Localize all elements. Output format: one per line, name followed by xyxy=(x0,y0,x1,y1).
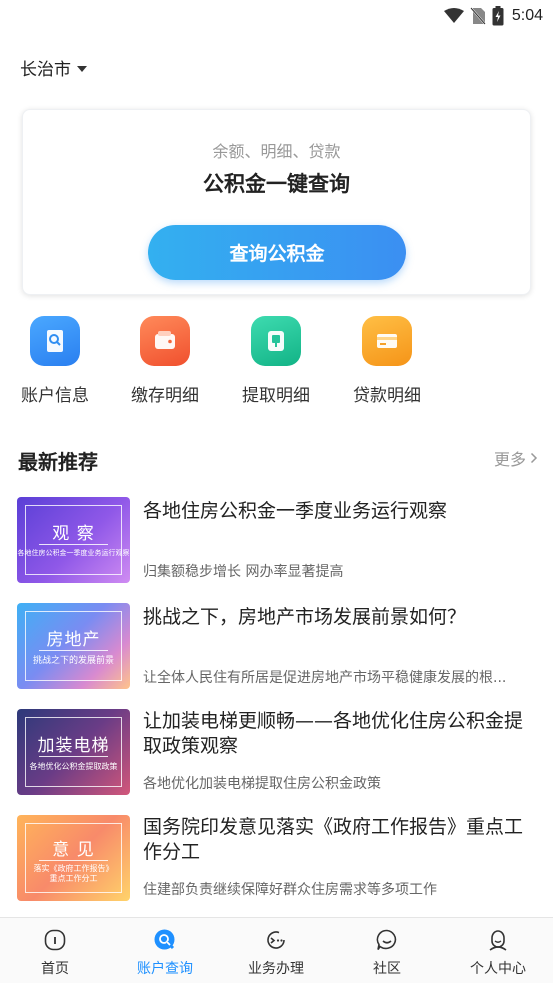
more-link[interactable]: 更多 xyxy=(494,446,538,470)
news-item[interactable]: 加装电梯 各地优化公积金提取政策 让加装电梯更顺畅——各地优化住房公积金提取政策… xyxy=(17,709,537,795)
withdraw-icon xyxy=(251,316,301,366)
status-time: 5:04 xyxy=(511,7,543,24)
thumbnail-title: 观 察 xyxy=(52,524,95,544)
tab-label: 业务办理 xyxy=(248,961,304,977)
status-icons: 5:04 xyxy=(443,5,543,27)
quick-action-deposit-detail[interactable]: 缴存明细 xyxy=(125,316,205,406)
news-item[interactable]: 观 察 各地住房公积金一季度业务运行观察 各地住房公积金一季度业务运行观察 归集… xyxy=(17,497,537,583)
news-thumbnail: 意 见 落实《政府工作报告》 重点工作分工 xyxy=(17,815,130,901)
quick-action-label: 缴存明细 xyxy=(131,386,199,406)
tab-label: 个人中心 xyxy=(470,961,526,977)
quick-actions: 账户信息 缴存明细 提取明细 贷款明细 xyxy=(0,316,553,416)
city-label: 长治市 xyxy=(20,60,71,80)
tab-community[interactable]: 社区 xyxy=(332,918,442,983)
thumbnail-subtitle: 各地住房公积金一季度业务运行观察 xyxy=(17,549,130,557)
home-icon xyxy=(44,929,66,951)
thumbnail-title: 加装电梯 xyxy=(37,736,110,756)
recommend-header: 最新推荐 更多 xyxy=(18,446,538,476)
quick-action-label: 提取明细 xyxy=(242,386,310,406)
quick-action-loan-detail[interactable]: 贷款明细 xyxy=(347,316,427,406)
tab-label: 账户查询 xyxy=(137,961,193,977)
news-thumbnail: 加装电梯 各地优化公积金提取政策 xyxy=(17,709,130,795)
tab-home[interactable]: 首页 xyxy=(0,918,110,983)
query-card-title: 公积金一键查询 xyxy=(203,172,350,196)
battery-charging-icon xyxy=(492,6,504,26)
thumbnail-title: 意 见 xyxy=(52,840,95,860)
no-sim-icon xyxy=(470,7,486,25)
chevron-right-icon xyxy=(530,452,538,464)
city-selector[interactable]: 长治市 xyxy=(20,55,87,80)
news-item[interactable]: 房地产 挑战之下的发展前景 挑战之下，房地产市场发展前景如何？ 让全体人民住有所… xyxy=(17,603,537,689)
news-title: 各地住房公积金一季度业务运行观察 xyxy=(143,500,448,522)
thumbnail-divider xyxy=(39,756,108,757)
tab-label: 首页 xyxy=(41,961,69,977)
quick-action-account-info[interactable]: 账户信息 xyxy=(15,316,95,406)
thumbnail-subtitle: 各地优化公积金提取政策 xyxy=(29,762,118,771)
tab-profile[interactable]: 个人中心 xyxy=(443,918,553,983)
query-card-subtitle: 余额、明细、贷款 xyxy=(212,142,341,161)
thumbnail-subtitle: 挑战之下的发展前景 xyxy=(32,656,114,666)
news-summary: 住建部负责继续保障好群众住房需求等多项工作 xyxy=(143,882,437,898)
thumbnail-divider xyxy=(39,860,108,861)
quick-action-label: 账户信息 xyxy=(21,386,89,406)
quick-action-label: 贷款明细 xyxy=(353,386,421,406)
news-thumbnail: 观 察 各地住房公积金一季度业务运行观察 xyxy=(17,497,130,583)
bottom-tab-bar: 首页 账户查询 业务办理 社区 个人中心 xyxy=(0,917,553,983)
status-bar: 5:04 xyxy=(0,0,553,32)
news-title: 国务院印发意见落实《政府工作报告》重点工作分工 xyxy=(143,816,524,863)
community-icon xyxy=(376,929,397,950)
wallet-icon xyxy=(140,316,190,366)
thumbnail-subtitle: 落实《政府工作报告》 重点工作分工 xyxy=(33,864,114,883)
thumbnail-divider xyxy=(39,544,108,545)
wifi-icon xyxy=(443,8,464,23)
quick-action-withdraw-detail[interactable]: 提取明细 xyxy=(236,316,316,406)
news-thumbnail: 房地产 挑战之下的发展前景 xyxy=(17,603,130,689)
account-search-icon xyxy=(30,316,80,366)
profile-icon xyxy=(489,930,507,951)
tab-label: 社区 xyxy=(373,961,401,977)
tab-business[interactable]: 业务办理 xyxy=(221,918,331,983)
news-summary: 归集额稳步增长 网办率显著提高 xyxy=(143,564,344,580)
news-title: 挑战之下，房地产市场发展前景如何？ xyxy=(143,606,467,628)
thumbnail-divider xyxy=(39,650,108,651)
query-fund-button[interactable]: 查询公积金 xyxy=(148,225,406,280)
more-label: 更多 xyxy=(493,450,526,469)
card-icon xyxy=(362,316,412,366)
recommend-title: 最新推荐 xyxy=(18,450,98,474)
news-summary: 让全体人民住有所居是促进房地产市场平稳健康发展的根... xyxy=(143,670,507,686)
business-icon xyxy=(267,931,285,949)
tab-account-query[interactable]: 账户查询 xyxy=(110,918,220,983)
query-card: 余额、明细、贷款 公积金一键查询 查询公积金 xyxy=(22,109,531,295)
news-title: 让加装电梯更顺畅——各地优化住房公积金提取政策观察 xyxy=(143,710,524,757)
news-summary: 各地优化加装电梯提取住房公积金政策 xyxy=(143,776,381,792)
thumbnail-title: 房地产 xyxy=(46,630,101,650)
news-item[interactable]: 意 见 落实《政府工作报告》 重点工作分工 国务院印发意见落实《政府工作报告》重… xyxy=(17,815,537,901)
caret-down-icon xyxy=(77,65,87,72)
account-query-icon xyxy=(154,929,175,950)
